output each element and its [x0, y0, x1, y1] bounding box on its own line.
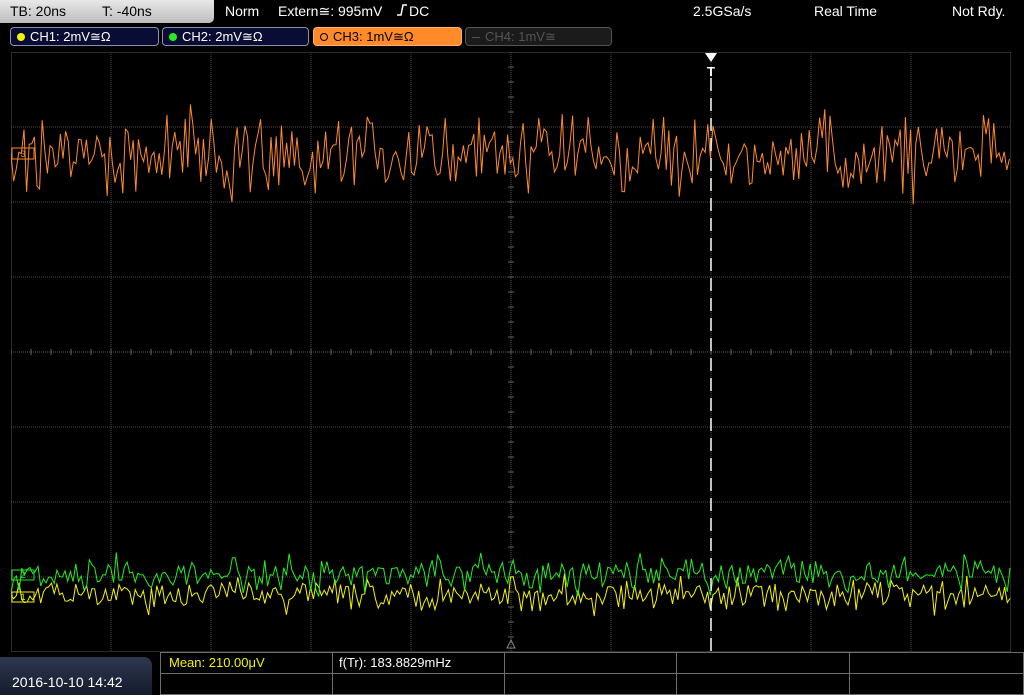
measurement-cell-empty[interactable] — [676, 652, 850, 674]
channel-3-indicator-icon — [320, 33, 328, 41]
status-bar: TB: 20ns T: -40ns Norm Extern≅: 995mV DC… — [0, 0, 1024, 24]
trigger-source[interactable]: Extern≅: 995mV — [278, 3, 382, 20]
channel-1-label: CH1: 2mV≅Ω — [30, 29, 111, 44]
measurement-cell-empty[interactable] — [332, 673, 505, 695]
acquisition-state: Not Rdy. — [952, 3, 1006, 19]
channel-1-tab[interactable]: CH1: 2mV≅Ω — [10, 27, 159, 46]
measurement-cell-empty[interactable] — [504, 673, 677, 695]
channel-4-label: CH4: 1mV≅ — [485, 29, 556, 44]
channel-2-level-label: 2 — [20, 570, 25, 580]
measurement-frequency: f(Tr): 183.8829mHz — [339, 655, 452, 670]
sample-rate[interactable]: 2.5GSa/s — [693, 3, 751, 19]
measurement-cell-empty[interactable] — [504, 652, 677, 674]
measurement-cell-empty[interactable] — [160, 673, 333, 695]
measurement-cell-empty[interactable] — [676, 673, 850, 695]
measurement-cell-empty[interactable] — [849, 652, 1024, 674]
channel-2-tab[interactable]: CH2: 2mV≅Ω — [162, 27, 309, 46]
channel-2-label: CH2: 2mV≅Ω — [182, 29, 263, 44]
channel-3-label: CH3: 1mV≅Ω — [333, 29, 414, 44]
channel-3-tab[interactable]: CH3: 1mV≅Ω — [313, 27, 462, 46]
trigger-coupling[interactable]: DC — [409, 3, 429, 19]
channel-4-tab[interactable]: CH4: 1mV≅ — [465, 27, 612, 46]
acquisition-type[interactable]: Real Time — [814, 3, 877, 19]
channel-3-level-label: 3 — [20, 149, 25, 159]
waveform-display[interactable]: T 3 2 1 — [11, 52, 1011, 652]
channel-1-level-label: 1 — [20, 592, 25, 602]
timebase-value: TB: 20ns — [10, 3, 67, 19]
measurement-mean: Mean: 210.00μV — [169, 655, 265, 670]
measurement-panel: Mean: 210.00μV f(Tr): 183.8829mHz — [160, 652, 1024, 695]
trigger-time-value: T: -40ns — [102, 3, 152, 19]
channel-2-indicator-icon — [169, 33, 177, 41]
timebase-box[interactable]: TB: 20ns T: -40ns — [0, 0, 214, 23]
datetime-box[interactable]: 2016-10-10 14:42 — [0, 657, 152, 695]
trigger-marker-label: T — [707, 64, 715, 79]
channel-4-indicator-icon — [472, 37, 480, 38]
channel-1-indicator-icon — [17, 33, 25, 41]
trigger-slope-icon — [396, 3, 408, 20]
datetime: 2016-10-10 14:42 — [12, 674, 123, 690]
measurement-cell-empty[interactable] — [849, 673, 1024, 695]
acquisition-mode[interactable]: Norm — [225, 3, 259, 19]
